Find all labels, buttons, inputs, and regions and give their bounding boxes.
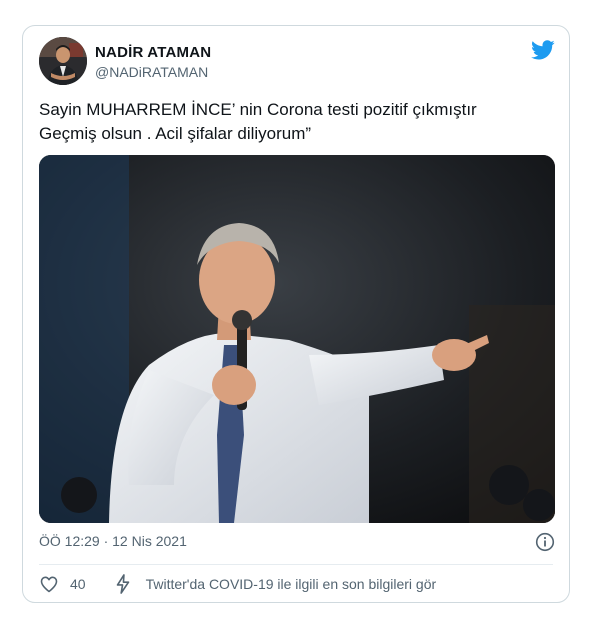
- like-count: 40: [70, 576, 86, 592]
- heart-icon: [40, 576, 58, 593]
- covid-link-text[interactable]: Twitter'da COVID-19 ile ilgili en son bi…: [146, 576, 437, 592]
- twitter-bird-icon[interactable]: [531, 38, 555, 62]
- info-icon[interactable]: [535, 532, 555, 552]
- covid-info-link[interactable]: Twitter'da COVID-19 ile ilgili en son bi…: [114, 574, 437, 594]
- tweet-card[interactable]: NADİR ATAMAN @NADiRATAMAN Sayin MUHARREM…: [22, 25, 570, 603]
- author-handle[interactable]: @NADiRATAMAN: [95, 64, 208, 80]
- author-name[interactable]: NADİR ATAMAN: [95, 44, 211, 61]
- divider: [39, 564, 553, 565]
- tweet-text: Sayin MUHARREM İNCE’ nin Corona testi po…: [39, 98, 549, 146]
- tweet-actions: 40 Twitter'da COVID-19 ile ilgili en son…: [39, 572, 436, 596]
- tweet-text-line: Geçmiş olsun . Acil şifalar diliyorum”: [39, 124, 312, 143]
- avatar[interactable]: [39, 37, 87, 85]
- tweet-text-line: Sayin MUHARREM İNCE’ nin Corona testi po…: [39, 100, 477, 119]
- tweet-photo[interactable]: [39, 155, 555, 523]
- like-button[interactable]: 40: [39, 574, 114, 594]
- tweet-timestamp[interactable]: ÖÖ 12:29 · 12 Nis 2021: [39, 533, 187, 549]
- lightning-icon: [116, 574, 129, 594]
